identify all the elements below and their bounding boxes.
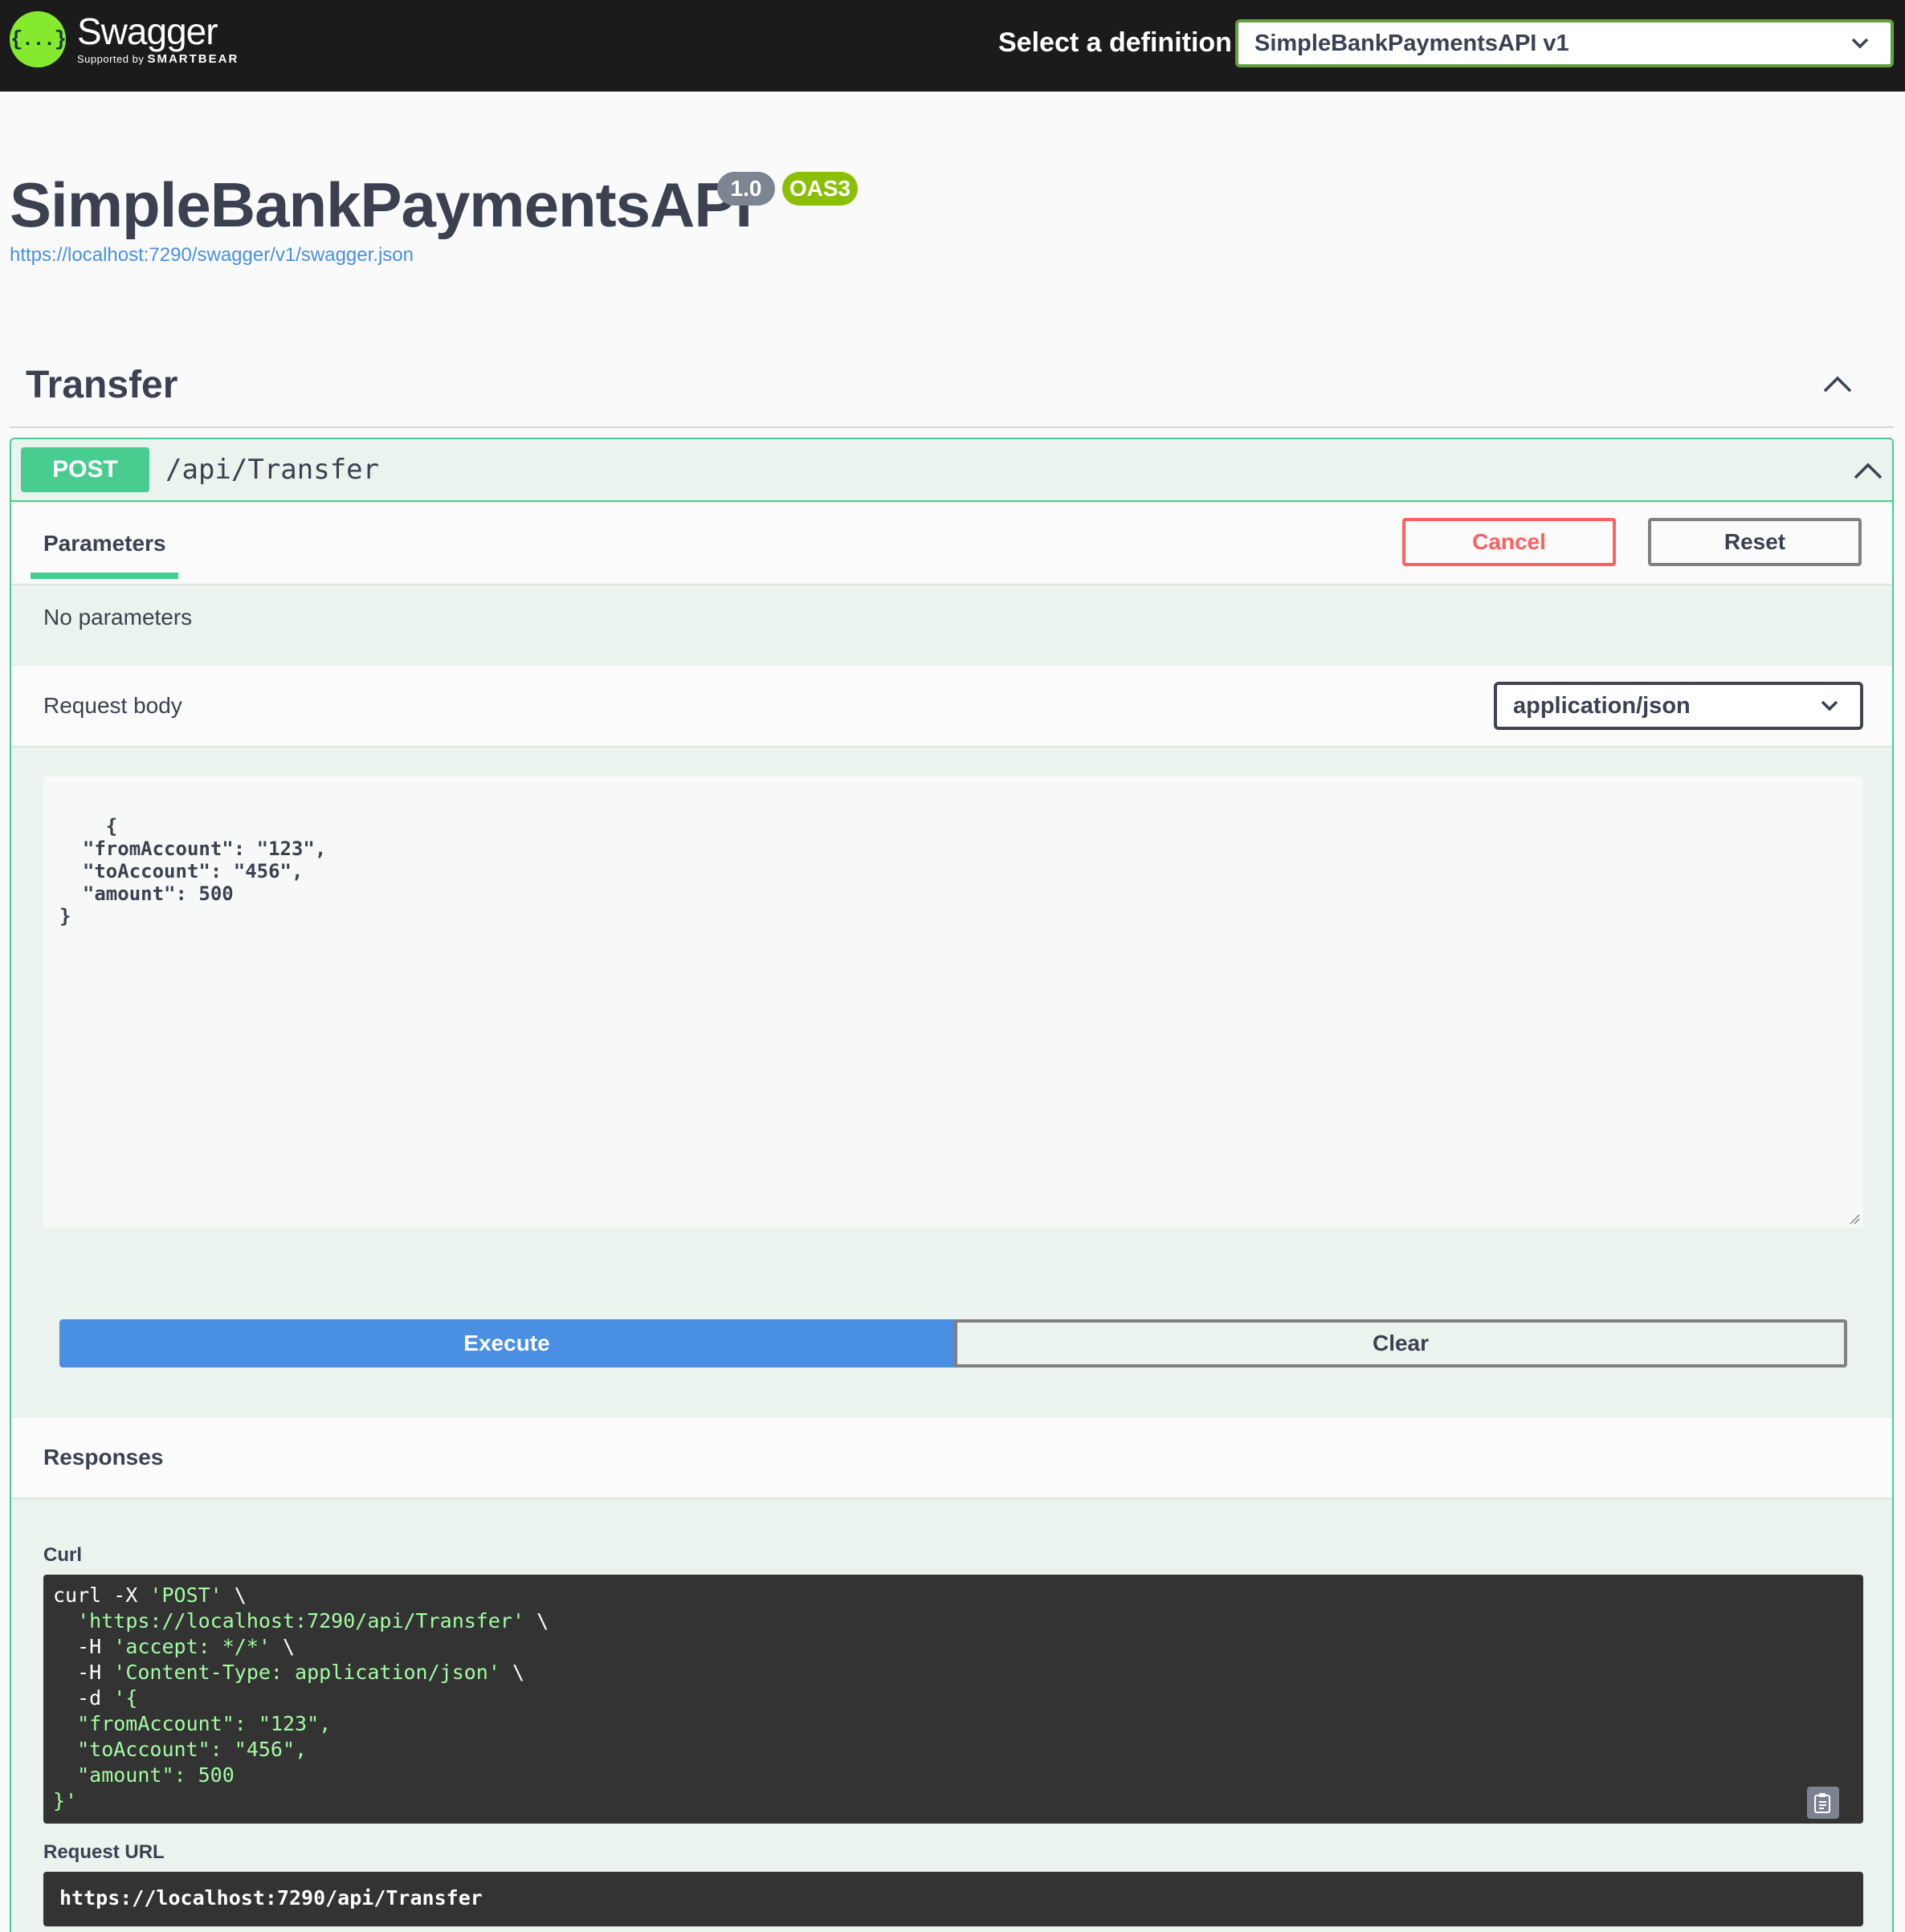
curl-tail: \: [524, 1609, 549, 1632]
logo-sub-prefix: Supported by: [77, 53, 145, 65]
execute-button[interactable]: Execute: [59, 1319, 954, 1367]
request-body-header: Request body application/json: [11, 666, 1892, 746]
curl-string: }': [53, 1789, 78, 1812]
curl-line: -d '{: [53, 1685, 1854, 1711]
curl-line: "toAccount": "456",: [53, 1737, 1854, 1763]
logo-text: Swagger Supported by SMARTBEAR: [77, 13, 239, 66]
curl-string: "toAccount": "456",: [53, 1738, 308, 1761]
tag-divider: [10, 426, 1894, 428]
top-bar: {...} Swagger Supported by SMARTBEAR Sel…: [0, 0, 1905, 92]
curl-code-block: curl -X 'POST' \ 'https://localhost:7290…: [43, 1575, 1863, 1824]
no-parameters-text: No parameters: [43, 605, 193, 630]
chevron-down-icon: [1851, 38, 1869, 49]
content-type-value: application/json: [1513, 692, 1691, 719]
request-body-editor[interactable]: { "fromAccount": "123", "toAccount": "45…: [43, 776, 1863, 1228]
spec-url-link[interactable]: https://localhost:7290/swagger/v1/swagge…: [10, 244, 414, 267]
resize-handle-icon[interactable]: [1849, 1213, 1860, 1225]
curl-tail: \: [222, 1584, 247, 1607]
curl-line: 'https://localhost:7290/api/Transfer' \: [53, 1608, 1854, 1634]
cancel-button[interactable]: Cancel: [1402, 518, 1616, 566]
curl-line: curl -X 'POST' \: [53, 1583, 1854, 1608]
request-url-label: Request URL: [43, 1841, 165, 1863]
version-badge: 1.0: [717, 172, 775, 206]
content-type-select[interactable]: application/json: [1494, 682, 1863, 730]
request-url-text: https://localhost:7290/api/Transfer: [59, 1886, 483, 1910]
curl-string: "amount": 500: [53, 1763, 235, 1787]
curl-string: 'https://localhost:7290/api/Transfer': [77, 1609, 525, 1632]
swagger-logo-icon: {...}: [10, 11, 67, 67]
oas-badge: OAS3: [782, 172, 858, 206]
tab-parameters[interactable]: Parameters: [43, 531, 166, 556]
operation-block: POST /api/Transfer Parameters Cancel Res…: [10, 438, 1894, 1932]
chevron-up-icon[interactable]: [1821, 373, 1854, 394]
curl-tail: \: [500, 1661, 525, 1684]
definition-select[interactable]: SimpleBankPaymentsAPI v1: [1235, 19, 1894, 67]
request-body-label: Request body: [43, 693, 182, 718]
curl-string: 'POST': [149, 1584, 222, 1607]
tag-title[interactable]: Transfer: [26, 363, 177, 407]
curl-plain: -H: [53, 1661, 114, 1684]
definition-label: Select a definition: [998, 27, 1232, 58]
responses-header: Responses: [11, 1417, 1892, 1498]
execute-row: Execute Clear: [59, 1319, 1847, 1369]
curl-plain: -H: [53, 1635, 114, 1658]
curl-line: "fromAccount": "123",: [53, 1711, 1854, 1737]
curl-label: Curl: [43, 1544, 82, 1566]
definition-select-value: SimpleBankPaymentsAPI v1: [1254, 30, 1569, 56]
curl-tail: \: [270, 1635, 296, 1658]
curl-string: 'accept: */*': [113, 1635, 271, 1658]
chevron-down-icon: [1821, 700, 1838, 711]
curl-string: 'Content-Type: application/json': [113, 1661, 500, 1684]
request-body-text: { "fromAccount": "123", "toAccount": "45…: [59, 815, 327, 927]
logo-name: Swagger: [77, 10, 218, 52]
api-title: SimpleBankPaymentsAPI: [10, 169, 753, 240]
curl-string: "fromAccount": "123",: [53, 1712, 332, 1735]
responses-label: Responses: [43, 1445, 164, 1469]
curl-plain: -d: [53, 1686, 114, 1710]
request-url-box: https://localhost:7290/api/Transfer: [43, 1872, 1863, 1926]
clipboard-icon: [1814, 1793, 1830, 1813]
copy-to-clipboard-button[interactable]: [1807, 1787, 1839, 1819]
logo-sub-brand: SMARTBEAR: [147, 52, 239, 66]
swagger-logo[interactable]: {...} Swagger Supported by SMARTBEAR: [10, 11, 239, 67]
operation-path: /api/Transfer: [165, 454, 380, 486]
clear-button[interactable]: Clear: [954, 1319, 1847, 1367]
curl-string: '{: [113, 1686, 138, 1710]
active-tab-indicator: [31, 573, 178, 579]
curl-line: "amount": 500: [53, 1763, 1854, 1788]
curl-line: -H 'accept: */*' \: [53, 1634, 1854, 1660]
logo-subtitle: Supported by SMARTBEAR: [77, 53, 239, 66]
operation-summary[interactable]: POST /api/Transfer: [11, 439, 1892, 502]
curl-plain: curl -X: [53, 1584, 150, 1607]
curl-plain: [53, 1609, 77, 1632]
curl-line: }': [53, 1788, 1854, 1814]
method-badge: POST: [21, 447, 149, 492]
curl-line: -H 'Content-Type: application/json' \: [53, 1660, 1854, 1685]
chevron-up-icon[interactable]: [1852, 460, 1884, 481]
reset-button[interactable]: Reset: [1648, 518, 1862, 566]
